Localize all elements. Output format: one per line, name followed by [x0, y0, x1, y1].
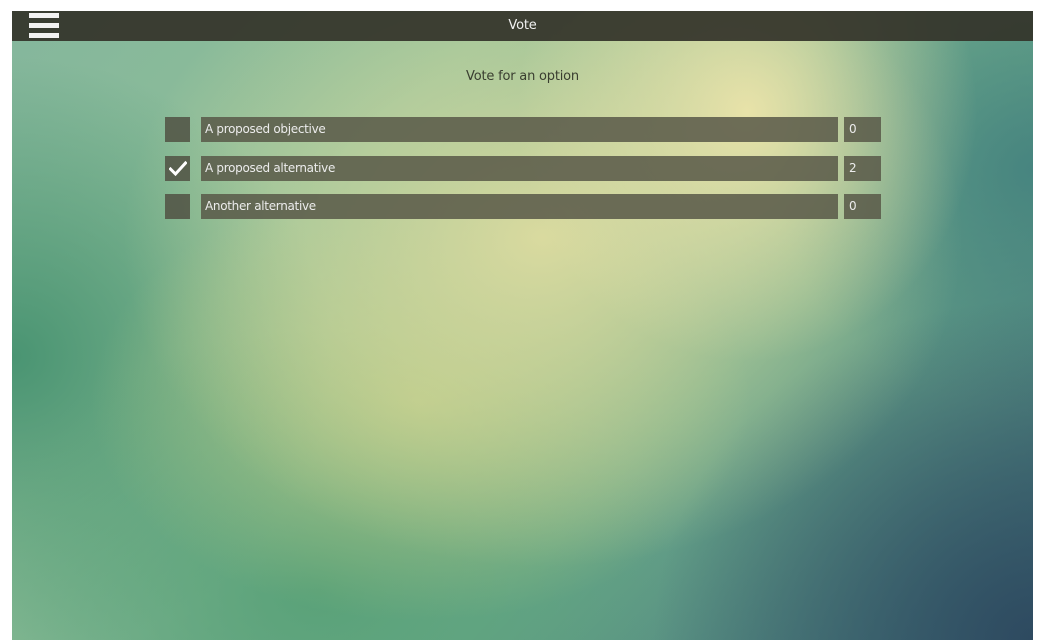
option-row: A proposed alternative 2: [165, 156, 881, 181]
option-checkbox[interactable]: [165, 117, 190, 142]
option-row: Another alternative 0: [165, 194, 881, 219]
app-screen: Vote Vote for an option A proposed objec…: [12, 11, 1033, 640]
vote-heading: Vote for an option: [466, 69, 579, 84]
menu-line: [29, 13, 59, 18]
option-checkbox[interactable]: [165, 156, 190, 181]
option-label[interactable]: A proposed alternative: [201, 156, 838, 181]
vote-count: 0: [844, 194, 881, 219]
option-row: A proposed objective 0: [165, 117, 881, 142]
page-title: Vote: [508, 18, 537, 33]
vote-count: 0: [844, 117, 881, 142]
menu-line: [29, 33, 59, 38]
option-checkbox[interactable]: [165, 194, 190, 219]
checkmark-icon: [169, 160, 187, 177]
menu-line: [29, 23, 59, 28]
vote-count: 2: [844, 156, 881, 181]
top-bar: Vote: [12, 11, 1033, 41]
option-label[interactable]: Another alternative: [201, 194, 838, 219]
option-label[interactable]: A proposed objective: [201, 117, 838, 142]
hamburger-menu-icon[interactable]: [29, 13, 59, 39]
